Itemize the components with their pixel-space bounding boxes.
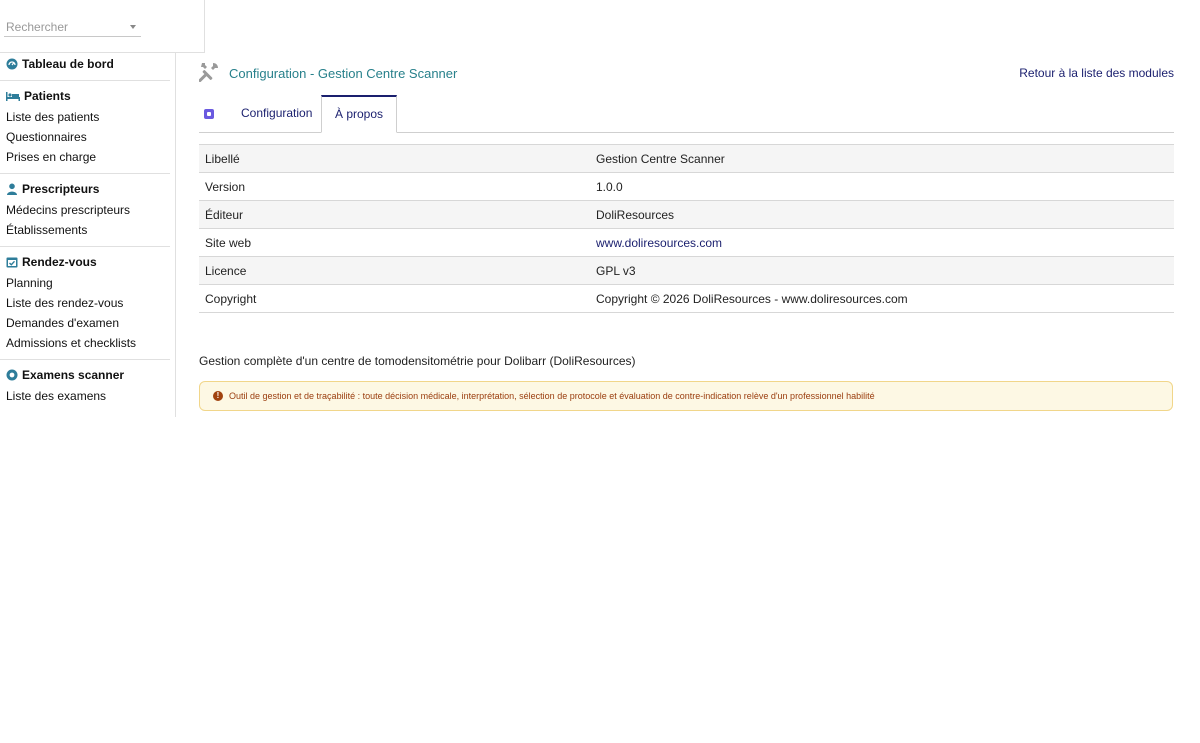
sidebar-item-etablissements[interactable]: Établissements	[0, 220, 170, 240]
sidebar-head-prescripteurs[interactable]: Prescripteurs	[0, 181, 170, 197]
dashboard-icon	[6, 58, 18, 70]
table-row: Licence GPL v3	[199, 256, 1174, 285]
sidebar-item-medecins[interactable]: Médecins prescripteurs	[0, 200, 170, 220]
sidebar-section-patients: Patients Liste des patients Questionnair…	[0, 81, 170, 174]
table-row: Version 1.0.0	[199, 172, 1174, 201]
page-header: Configuration - Gestion Centre Scanner R…	[198, 60, 1174, 86]
sidebar-head-examens[interactable]: Examens scanner	[0, 367, 170, 383]
warning-text: Outil de gestion et de traçabilité : tou…	[229, 391, 875, 401]
sidebar-item-questionnaires[interactable]: Questionnaires	[0, 127, 170, 147]
sidebar-section-examens: Examens scanner Liste des examens	[0, 360, 170, 406]
sidebar-head-rendezvous[interactable]: Rendez-vous	[0, 254, 170, 270]
row-value: www.doliresources.com	[590, 228, 1174, 257]
module-info-table: Libellé Gestion Centre Scanner Version 1…	[199, 144, 1174, 313]
tab-configuration[interactable]: Configuration	[228, 95, 325, 131]
sidebar: Tableau de bord Patients Liste des patie…	[0, 0, 176, 417]
search-box: Rechercher	[0, 0, 205, 53]
tab-about[interactable]: À propos	[321, 95, 398, 133]
calendar-check-icon	[6, 256, 18, 268]
sidebar-section-dashboard: Tableau de bord	[0, 56, 170, 81]
row-label: Copyright	[199, 284, 590, 313]
row-value: GPL v3	[590, 256, 1174, 285]
chevron-down-icon[interactable]	[130, 25, 136, 29]
module-icon	[204, 109, 214, 119]
sidebar-menu: Tableau de bord Patients Liste des patie…	[0, 56, 175, 406]
page-title: Configuration - Gestion Centre Scanner	[229, 66, 458, 81]
sidebar-section-prescripteurs: Prescripteurs Médecins prescripteurs Éta…	[0, 174, 170, 247]
back-to-modules-link[interactable]: Retour à la liste des modules	[1019, 66, 1174, 80]
table-row: Libellé Gestion Centre Scanner	[199, 144, 1174, 173]
sidebar-item-label: Patients	[24, 89, 71, 103]
sidebar-item-planning[interactable]: Planning	[0, 273, 170, 293]
row-label: Version	[199, 172, 590, 201]
sidebar-item-rendezvous-list[interactable]: Liste des rendez-vous	[0, 293, 170, 313]
search-placeholder: Rechercher	[6, 20, 69, 34]
tools-icon	[198, 62, 219, 83]
table-row: Copyright Copyright © 2026 DoliResources…	[199, 284, 1174, 313]
sidebar-head-patients[interactable]: Patients	[0, 88, 170, 104]
warning-box: ! Outil de gestion et de traçabilité : t…	[199, 381, 1173, 411]
tab-bar: Configuration À propos	[199, 95, 1174, 133]
sidebar-item-demandes-examen[interactable]: Demandes d'examen	[0, 313, 170, 333]
row-value: 1.0.0	[590, 172, 1174, 201]
sidebar-item-dashboard[interactable]: Tableau de bord	[0, 56, 170, 72]
table-row: Éditeur DoliResources	[199, 200, 1174, 229]
scanner-icon	[6, 369, 18, 381]
sidebar-item-admissions[interactable]: Admissions et checklists	[0, 333, 170, 353]
sidebar-item-label: Tableau de bord	[22, 57, 114, 71]
row-value: Gestion Centre Scanner	[590, 144, 1174, 173]
sidebar-item-label: Rendez-vous	[22, 255, 97, 269]
sidebar-section-rendezvous: Rendez-vous Planning Liste des rendez-vo…	[0, 247, 170, 360]
exclamation-icon: !	[213, 391, 223, 401]
row-label: Licence	[199, 256, 590, 285]
website-link[interactable]: www.doliresources.com	[596, 236, 722, 250]
search-select[interactable]: Rechercher	[4, 17, 141, 37]
module-description: Gestion complète d'un centre de tomodens…	[199, 354, 636, 368]
user-doctor-icon	[6, 183, 18, 195]
row-value: Copyright © 2026 DoliResources - www.dol…	[590, 284, 1174, 313]
sidebar-item-patients-list[interactable]: Liste des patients	[0, 107, 170, 127]
bed-icon	[6, 90, 20, 102]
sidebar-item-label: Examens scanner	[22, 368, 125, 382]
row-label: Site web	[199, 228, 590, 257]
row-value: DoliResources	[590, 200, 1174, 229]
sidebar-item-examens-list[interactable]: Liste des examens	[0, 386, 170, 406]
table-row: Site web www.doliresources.com	[199, 228, 1174, 257]
row-label: Libellé	[199, 144, 590, 173]
sidebar-item-label: Prescripteurs	[22, 182, 100, 196]
row-label: Éditeur	[199, 200, 590, 229]
sidebar-item-prises-en-charge[interactable]: Prises en charge	[0, 147, 170, 167]
